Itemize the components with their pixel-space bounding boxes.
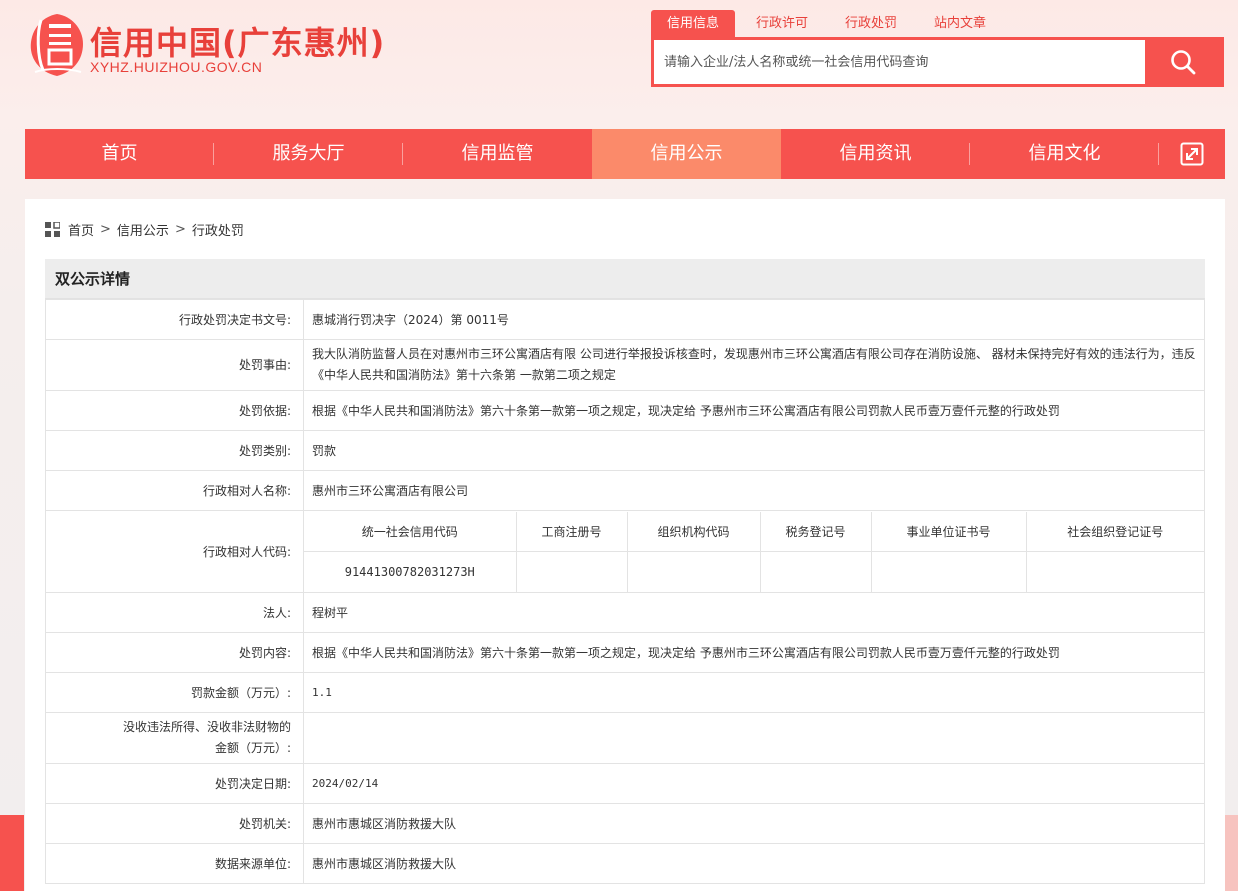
breadcrumb-admin-penalty[interactable]: 行政处罚 [192,220,244,239]
table-row: 行政处罚决定书文号: 惠城消行罚决字（2024）第 0011号 [45,299,1205,340]
category-label: 处罚类别: [45,430,304,471]
main-nav: 首页 服务大厅 信用监管 信用公示 信用资讯 信用文化 [25,129,1225,179]
table-row: 处罚内容: 根据《中华人民共和国消防法》第六十条第一款第一项之规定，现决定给 予… [45,632,1205,673]
party-code-label: 行政相对人代码: [45,510,304,593]
fine-value: 1.1 [303,672,1205,713]
table-row: 处罚类别: 罚款 [45,430,1205,471]
code-value [627,551,761,592]
confiscation-value [303,712,1205,764]
code-value [1026,552,1204,592]
nav-item-service-hall[interactable]: 服务大厅 [214,129,403,179]
confiscation-label-line: 金额（万元）: [214,741,291,755]
nav-item-credit-supervision[interactable]: 信用监管 [403,129,592,179]
table-row: 处罚依据: 根据《中华人民共和国消防法》第六十条第一款第一项之规定，现决定给 予… [45,390,1205,431]
code-header: 组织机构代码 [627,511,761,552]
basis-value: 根据《中华人民共和国消防法》第六十条第一款第一项之规定，现决定给 予惠州市三环公… [303,390,1205,431]
party-code-table: 统一社会信用代码 工商注册号 组织机构代码 税务登记号 事业单位证书号 社会组织… [304,511,1204,592]
search-tab-site-articles[interactable]: 站内文章 [918,10,1002,37]
code-value [760,551,872,592]
background-stripe [1224,815,1238,891]
section-title: 双公示详情 [45,259,1205,299]
code-header: 工商注册号 [516,511,628,552]
content-panel: 首页 > 信用公示 > 行政处罚 双公示详情 行政处罚决定书文号: 惠城消行罚决… [25,199,1225,891]
nav-item-credit-publicity[interactable]: 信用公示 [592,129,781,179]
confiscation-label-line: 没收违法所得、没收非法财物的 [122,720,291,734]
table-row: 法人: 程树平 [45,592,1205,633]
breadcrumb-credit-publicity[interactable]: 信用公示 [117,220,169,239]
legal-person-label: 法人: [45,592,304,633]
date-value: 2024/02/14 [303,763,1205,804]
code-value [871,551,1027,592]
table-row: 罚款金额（万元）: 1.1 [45,672,1205,713]
breadcrumb: 首页 > 信用公示 > 行政处罚 [45,220,244,239]
content-value: 根据《中华人民共和国消防法》第六十条第一款第一项之规定，现决定给 予惠州市三环公… [303,632,1205,673]
table-row: 没收违法所得、没收非法财物的 金额（万元）: [45,712,1205,764]
site-title: 信用中国(广东惠州) [90,24,386,62]
search-tabs: 信用信息 行政许可 行政处罚 站内文章 [651,10,1007,38]
credit-code-value: 91441300782031273H [304,551,517,592]
expand-icon [1180,142,1204,166]
nav-item-credit-news[interactable]: 信用资讯 [781,129,970,179]
table-row: 行政相对人名称: 惠州市三环公寓酒店有限公司 [45,470,1205,511]
table-row: 数据来源单位: 惠州市惠城区消防救援大队 [45,843,1205,884]
party-code-cell: 统一社会信用代码 工商注册号 组织机构代码 税务登记号 事业单位证书号 社会组织… [303,510,1205,593]
search-icon [1171,50,1196,75]
search-tab-admin-penalty[interactable]: 行政处罚 [829,10,913,37]
reason-label: 处罚事由: [45,339,304,391]
decision-no-value: 惠城消行罚决字（2024）第 0011号 [303,299,1205,340]
table-row: 处罚决定日期: 2024/02/14 [45,763,1205,804]
fine-label: 罚款金额（万元）: [45,672,304,713]
confiscation-label: 没收违法所得、没收非法财物的 金额（万元）: [45,712,304,764]
detail-table: 行政处罚决定书文号: 惠城消行罚决字（2024）第 0011号 处罚事由: 我大… [45,299,1205,884]
authority-label: 处罚机关: [45,803,304,844]
reason-value: 我大队消防监督人员在对惠州市三环公寓酒店有限 公司进行举报投诉核查时，发现惠州市… [303,339,1205,391]
search-button[interactable] [1145,40,1221,84]
source-label: 数据来源单位: [45,843,304,884]
decision-no-label: 行政处罚决定书文号: [45,299,304,340]
table-row: 处罚机关: 惠州市惠城区消防救援大队 [45,803,1205,844]
party-name-value: 惠州市三环公寓酒店有限公司 [303,470,1205,511]
table-row: 处罚事由: 我大队消防监督人员在对惠州市三环公寓酒店有限 公司进行举报投诉核查时… [45,339,1205,391]
table-row: 行政相对人代码: 统一社会信用代码 工商注册号 组织机构代码 税务登记号 事业单… [45,510,1205,593]
source-value: 惠州市惠城区消防救援大队 [303,843,1205,884]
search-input[interactable] [654,40,1145,84]
nav-item-credit-culture[interactable]: 信用文化 [970,129,1159,179]
authority-value: 惠州市惠城区消防救援大队 [303,803,1205,844]
breadcrumb-separator: > [100,221,111,237]
nav-expand-button[interactable] [1159,129,1225,179]
credit-seal-logo[interactable] [27,12,87,78]
breadcrumb-home[interactable]: 首页 [68,220,94,239]
background-stripe [0,815,24,891]
site-domain: XYHZ.HUIZHOU.GOV.CN [90,59,263,75]
code-header: 统一社会信用代码 [304,511,517,552]
basis-label: 处罚依据: [45,390,304,431]
code-header: 税务登记号 [760,511,872,552]
content-label: 处罚内容: [45,632,304,673]
category-value: 罚款 [303,430,1205,471]
search-tab-credit-info[interactable]: 信用信息 [651,10,736,37]
search-box [651,37,1224,87]
grid-icon [45,221,60,237]
breadcrumb-separator: > [174,221,186,237]
party-name-label: 行政相对人名称: [45,470,304,511]
date-label: 处罚决定日期: [45,763,304,804]
code-header: 社会组织登记证号 [1026,511,1204,552]
code-value [516,551,628,592]
legal-person-value: 程树平 [303,592,1205,633]
nav-item-home[interactable]: 首页 [25,129,214,179]
search-tab-admin-license[interactable]: 行政许可 [740,10,824,37]
code-header: 事业单位证书号 [871,511,1027,552]
